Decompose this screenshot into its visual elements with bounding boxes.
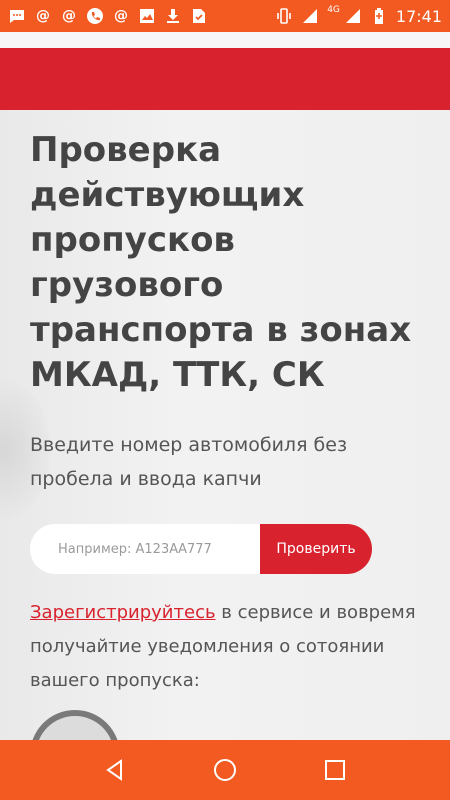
- register-link[interactable]: Зарегистрируйтесь: [30, 602, 216, 623]
- signal-icon: [301, 7, 319, 25]
- navigation-bar: [0, 740, 450, 800]
- at-icon: @: [36, 8, 50, 24]
- battery-icon: [370, 7, 388, 25]
- browser-top-strip: [0, 32, 450, 48]
- page-title: Проверка действующих пропусков грузового…: [30, 130, 412, 395]
- back-icon: [106, 759, 122, 781]
- system-icons: 4G 17:41: [275, 5, 442, 26]
- phone-icon: [86, 7, 104, 25]
- recents-icon: [325, 760, 345, 780]
- page-subtitle: Введите номер автомобиля без пробела и в…: [30, 434, 348, 490]
- plate-number-input[interactable]: [30, 524, 260, 574]
- plate-check-form: Проверить: [30, 524, 372, 574]
- image-icon: [138, 7, 156, 25]
- site-header-bar: [0, 48, 450, 110]
- notification-icons: @ @ @: [8, 7, 208, 25]
- download-icon: [164, 7, 182, 25]
- signal-icon: [344, 7, 362, 25]
- back-button[interactable]: [95, 750, 135, 790]
- at-icon: @: [114, 8, 128, 24]
- home-button[interactable]: [205, 750, 245, 790]
- vibrate-icon: [275, 7, 293, 25]
- status-bar: @ @ @ 4G 17:41: [0, 0, 450, 32]
- at-icon: @: [62, 8, 76, 24]
- check-icon: [190, 7, 208, 25]
- register-paragraph: Зарегистрируйтесь в сервисе и вовремя по…: [30, 596, 425, 698]
- home-icon: [214, 759, 236, 781]
- network-type: 4G: [327, 5, 340, 15]
- page-content: Проверка действующих пропусков грузового…: [0, 110, 450, 740]
- background-wheel-image: [30, 710, 120, 740]
- clock: 17:41: [395, 6, 442, 26]
- recents-button[interactable]: [315, 750, 355, 790]
- check-button[interactable]: Проверить: [260, 524, 372, 574]
- message-icon: [8, 7, 26, 25]
